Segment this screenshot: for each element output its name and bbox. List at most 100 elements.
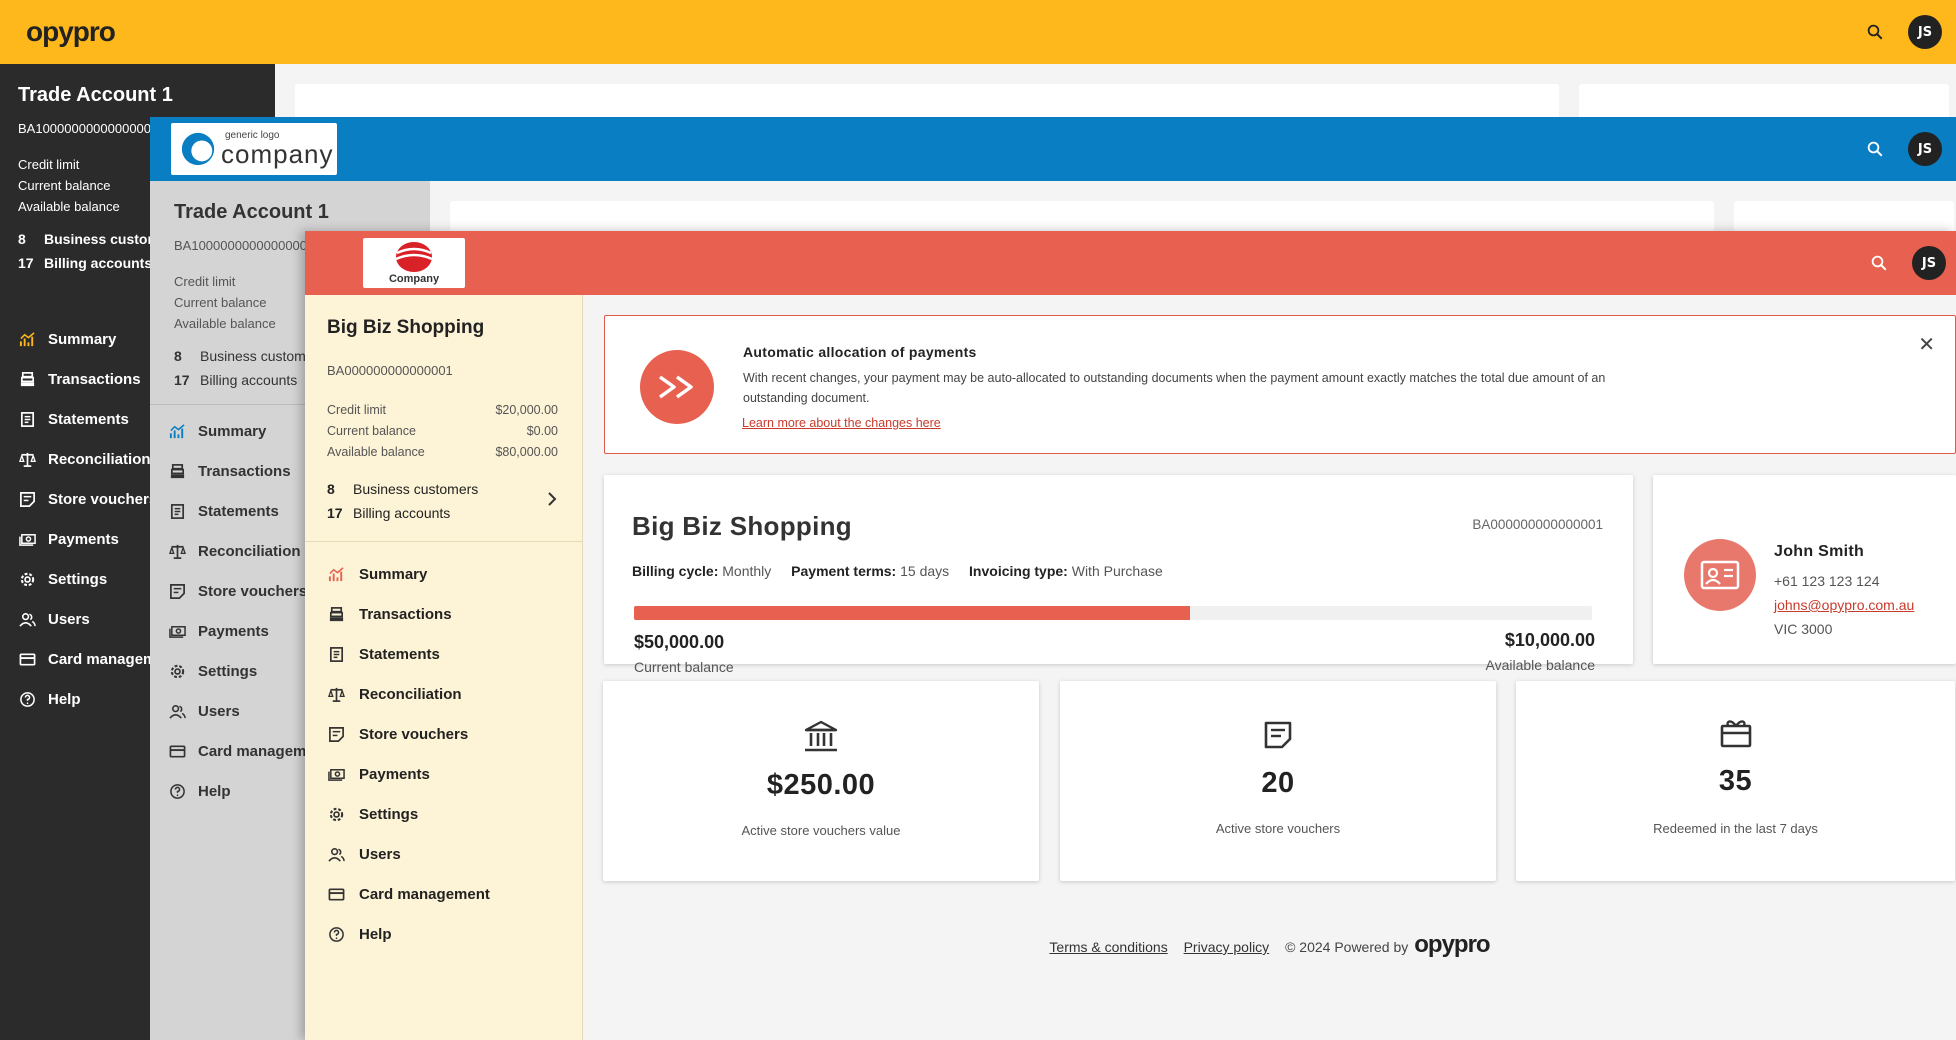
stat-card: 20 Active store vouchers xyxy=(1060,681,1496,881)
sidebar-item-label: Statements xyxy=(198,502,279,520)
avatar[interactable]: JS xyxy=(1908,132,1942,166)
sidebar-item-label: Settings xyxy=(198,662,258,680)
sidebar-item-label: Users xyxy=(48,610,90,628)
gear-icon xyxy=(18,570,36,588)
sidebar-item-label: Settings xyxy=(359,805,419,823)
layer-3-topbar: Company JS xyxy=(305,231,1956,295)
search-icon[interactable] xyxy=(1866,23,1884,41)
customers-accounts-link[interactable]: 8 Business customers 17 Billing accounts xyxy=(305,463,582,542)
limit-row: Available balance $80,000.00 xyxy=(305,442,582,463)
sidebar-item-summary[interactable]: Summary xyxy=(305,554,582,594)
avatar[interactable]: JS xyxy=(1908,15,1942,49)
account-id: BA000000000000001 xyxy=(1472,517,1603,532)
current-balance-value: $50,000.00 xyxy=(634,632,725,652)
contact-name: John Smith xyxy=(1774,543,1865,560)
main-content: Automatic allocation of payments With re… xyxy=(583,295,1956,1040)
search-icon[interactable] xyxy=(1866,140,1884,158)
billing-cycle-label: Billing cycle: xyxy=(632,563,719,579)
sidebar-item-payments[interactable]: Payments xyxy=(305,754,582,794)
sidebar-item-card-management[interactable]: Card management xyxy=(305,874,582,914)
company-logo-red[interactable]: Company xyxy=(363,238,465,288)
available-balance-value: $10,000.00 xyxy=(1504,630,1595,650)
sidebar-item-label: Help xyxy=(198,782,231,800)
sidebar-item-label: Summary xyxy=(48,330,117,348)
invoicing-type: With Purchase xyxy=(1071,563,1163,579)
sidebar-item-label: Users xyxy=(198,702,240,720)
layer-2-topbar: generic logo company JS xyxy=(150,117,1956,181)
account-name: Big Biz Shopping xyxy=(327,317,485,338)
stack-icon xyxy=(168,462,186,480)
company-logo-mark xyxy=(181,132,215,166)
stat-card: 35 Redeemed in the last 7 days xyxy=(1516,681,1955,881)
account-card: Big Biz Shopping BA000000000000001 Billi… xyxy=(604,475,1633,675)
sidebar-item-users[interactable]: Users xyxy=(305,834,582,874)
voucher-icon xyxy=(327,725,345,743)
voucher-icon xyxy=(1262,719,1294,756)
billing-cycle: Monthly xyxy=(722,563,772,579)
notice-link[interactable]: Learn more about the changes here xyxy=(742,416,941,430)
payment-terms: 15 days xyxy=(900,563,950,579)
layer-3-topbar-actions: JS xyxy=(1870,231,1946,295)
sidebar-item-label: Reconciliation xyxy=(48,450,151,468)
help-icon xyxy=(18,690,36,708)
sidebar-item-label: Payments xyxy=(198,622,269,640)
sidebar-item-settings[interactable]: Settings xyxy=(305,794,582,834)
business-count: 8 xyxy=(174,348,182,364)
sidebar-item-statements[interactable]: Statements xyxy=(305,634,582,674)
footer: Terms & conditions Privacy policy © 2024… xyxy=(583,931,1956,959)
sidebar-item-label: Users xyxy=(359,845,401,863)
sidebar-item-label: Summary xyxy=(198,422,267,440)
privacy-link[interactable]: Privacy policy xyxy=(1184,939,1270,955)
account-name: Trade Account 1 xyxy=(18,84,173,106)
limit-value: $80,000.00 xyxy=(495,445,558,459)
limit-row: Credit limit $20,000.00 xyxy=(305,400,582,421)
sidebar-item-store-vouchers[interactable]: Store vouchers xyxy=(305,714,582,754)
sidebar-item-label: Store vouchers xyxy=(48,490,158,508)
sidebar-item-label: Settings xyxy=(48,570,108,588)
card-icon xyxy=(168,742,186,760)
sidebar-item-help[interactable]: Help xyxy=(305,914,582,954)
sidebar-item-label: Help xyxy=(48,690,81,708)
stack-icon xyxy=(327,605,345,623)
account-meta: Billing cycle: Monthly Payment terms: 15… xyxy=(632,563,1163,579)
stat-label: Active store vouchers value xyxy=(741,823,901,838)
business-count: 8 xyxy=(327,481,335,497)
close-icon[interactable]: ✕ xyxy=(1918,332,1935,357)
company-logo-large: company xyxy=(221,139,334,169)
stat-value: 35 xyxy=(1718,765,1753,797)
sidebar-item-label: Card management xyxy=(359,885,490,903)
billing-count: 17 xyxy=(18,255,34,271)
limit-label: Current balance xyxy=(327,424,416,438)
layer-1-topbar: opypro JS xyxy=(0,0,1956,64)
layer-1-topbar-actions: JS xyxy=(1866,0,1942,64)
document-icon xyxy=(168,502,186,520)
sidebar-item-transactions[interactable]: Transactions xyxy=(305,594,582,634)
sidebar-item-label: Store vouchers xyxy=(359,725,469,743)
bank-icon xyxy=(803,719,839,758)
sidebar-item-label: Statements xyxy=(359,645,440,663)
contact-email[interactable]: johns@opypro.com.au xyxy=(1774,597,1914,613)
sidebar-item-label: Reconciliation xyxy=(198,542,301,560)
balance-progress xyxy=(634,606,1592,620)
stat-label: Redeemed in the last 7 days xyxy=(1653,821,1818,836)
help-icon xyxy=(168,782,186,800)
users-icon xyxy=(327,845,345,863)
terms-link[interactable]: Terms & conditions xyxy=(1049,939,1167,955)
stat-label: Active store vouchers xyxy=(1215,821,1341,836)
avatar[interactable]: JS xyxy=(1912,246,1946,280)
company-logo-red-mark xyxy=(395,242,433,272)
powered-by: © 2024 Powered by xyxy=(1285,939,1409,955)
sidebar-item-reconciliation[interactable]: Reconciliation xyxy=(305,674,582,714)
contact-card-icon xyxy=(1684,539,1756,611)
contact-card: John Smith +61 123 123 124 johns@opypro.… xyxy=(1653,475,1956,664)
business-label: Business customers xyxy=(353,481,479,497)
sidebar-item-label: Reconciliation xyxy=(359,685,462,703)
limit-value: $20,000.00 xyxy=(495,403,558,417)
help-icon xyxy=(327,925,345,943)
stat-value: 20 xyxy=(1261,767,1295,799)
search-icon[interactable] xyxy=(1870,254,1888,272)
company-logo[interactable]: generic logo company xyxy=(171,123,337,175)
sidebar-nav: Summary Transactions Statements Reconciliat… xyxy=(305,554,582,954)
opypro-logo[interactable]: opypro xyxy=(26,16,116,48)
sidebar-item-label: Statements xyxy=(48,410,129,428)
